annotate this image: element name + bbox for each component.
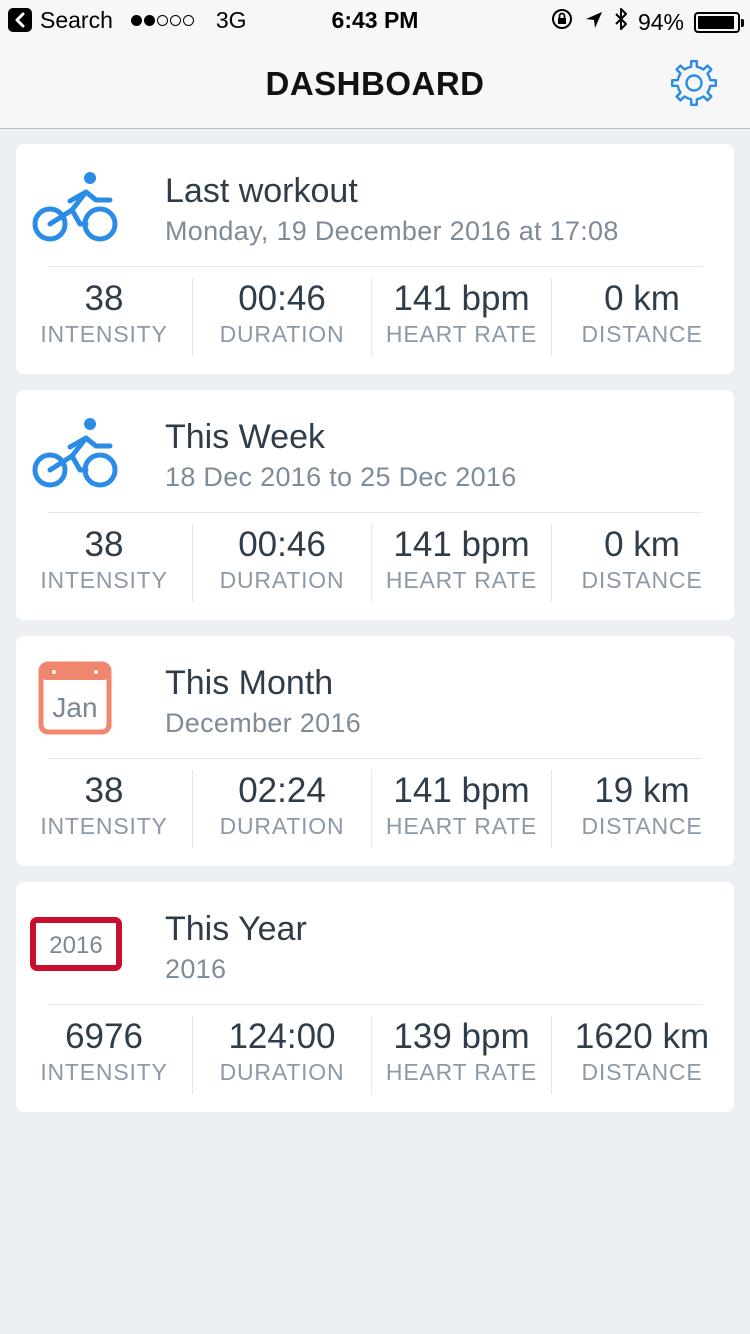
- stat-label: INTENSITY: [40, 321, 168, 347]
- stat-intensity: 38 INTENSITY: [16, 524, 192, 602]
- stat-distance: 19 km DISTANCE: [552, 770, 732, 848]
- stat-label: DISTANCE: [581, 1059, 703, 1085]
- divider: [48, 512, 702, 513]
- stat-label: DISTANCE: [581, 321, 703, 347]
- divider: [371, 1016, 372, 1094]
- divider: [48, 266, 702, 267]
- summary-card-list: Last workout Monday, 19 December 2016 at …: [16, 144, 734, 1128]
- stat-value: 38: [84, 771, 124, 810]
- stat-value: 124:00: [228, 1017, 336, 1056]
- divider: [371, 278, 372, 356]
- card-title: This Year: [165, 910, 307, 948]
- summary-card[interactable]: Last workout Monday, 19 December 2016 at …: [16, 144, 734, 374]
- stat-heart-rate: 141 bpm HEART RATE: [372, 278, 551, 356]
- divider: [192, 524, 193, 602]
- stat-heart-rate: 139 bpm HEART RATE: [372, 1016, 551, 1094]
- card-subtitle: December 2016: [165, 708, 362, 738]
- stat-value: 0 km: [604, 525, 680, 564]
- battery-percent: 94%: [637, 9, 684, 35]
- card-subtitle: 18 Dec 2016 to 25 Dec 2016: [165, 462, 517, 492]
- divider: [48, 758, 702, 759]
- stat-duration: 124:00 DURATION: [193, 1016, 371, 1094]
- stat-label: DISTANCE: [581, 813, 703, 839]
- stat-value: 19 km: [594, 771, 690, 810]
- stat-value: 141 bpm: [393, 771, 530, 810]
- divider: [551, 278, 552, 356]
- summary-card[interactable]: This Week 18 Dec 2016 to 25 Dec 2016 38 INT…: [16, 390, 734, 620]
- stat-heart-rate: 141 bpm HEART RATE: [372, 524, 551, 602]
- stat-value: 139 bpm: [393, 1017, 530, 1056]
- card-subtitle: Monday, 19 December 2016 at 17:08: [165, 216, 619, 246]
- stat-value: 141 bpm: [393, 525, 530, 564]
- page-title: DASHBOARD: [265, 65, 485, 102]
- stat-label: HEART RATE: [385, 1059, 538, 1085]
- calendar-month-icon: Jan: [30, 660, 122, 740]
- stat-value: 6976: [65, 1017, 143, 1056]
- calendar-year-icon: 2016: [30, 906, 122, 986]
- battery-icon: [694, 11, 744, 33]
- summary-card[interactable]: Jan This Month December 2016 38 INTENSITY 02:…: [16, 636, 734, 866]
- location-arrow-icon: [584, 9, 604, 36]
- stat-intensity: 38 INTENSITY: [16, 770, 192, 848]
- card-subtitle: 2016: [165, 954, 227, 984]
- stat-value: 00:46: [238, 525, 326, 564]
- card-title: This Week: [165, 418, 325, 456]
- stats-row: 38 INTENSITY 00:46 DURATION 141 bpm HEART RAT…: [16, 524, 734, 602]
- stat-label: INTENSITY: [40, 1059, 168, 1085]
- stat-label: INTENSITY: [40, 567, 168, 593]
- stat-distance: 1620 km DISTANCE: [552, 1016, 732, 1094]
- stat-duration: 00:46 DURATION: [193, 278, 371, 356]
- stats-row: 38 INTENSITY 00:46 DURATION 141 bpm HEART RAT…: [16, 278, 734, 356]
- stat-label: INTENSITY: [40, 813, 168, 839]
- stat-label: DURATION: [219, 567, 345, 593]
- orientation-lock-icon: [550, 7, 574, 37]
- stat-value: 00:46: [238, 279, 326, 318]
- divider: [192, 278, 193, 356]
- bicycle-icon: [30, 414, 122, 494]
- divider: [371, 524, 372, 602]
- stat-label: HEART RATE: [385, 813, 538, 839]
- calendar-year-label: 2016: [49, 932, 102, 959]
- stat-label: DURATION: [219, 1059, 345, 1085]
- stat-duration: 02:24 DURATION: [193, 770, 371, 848]
- stat-label: HEART RATE: [385, 567, 538, 593]
- divider: [192, 1016, 193, 1094]
- stat-label: DISTANCE: [581, 567, 703, 593]
- bluetooth-icon: [614, 7, 628, 37]
- stat-label: HEART RATE: [385, 321, 538, 347]
- stat-heart-rate: 141 bpm HEART RATE: [372, 770, 551, 848]
- divider: [551, 770, 552, 848]
- card-title: Last workout: [165, 172, 358, 210]
- stat-value: 0 km: [604, 279, 680, 318]
- stat-distance: 0 km DISTANCE: [552, 278, 732, 356]
- stat-distance: 0 km DISTANCE: [552, 524, 732, 602]
- stat-intensity: 38 INTENSITY: [16, 278, 192, 356]
- stats-row: 6976 INTENSITY 124:00 DURATION 139 bpm HEART …: [16, 1016, 734, 1094]
- divider: [192, 770, 193, 848]
- stat-value: 1620 km: [574, 1017, 710, 1056]
- calendar-month-label: Jan: [52, 692, 97, 723]
- status-bar: Search 3G 6:43 PM 94%: [0, 0, 750, 40]
- stat-value: 38: [84, 525, 124, 564]
- divider: [371, 770, 372, 848]
- stat-value: 141 bpm: [393, 279, 530, 318]
- stats-row: 38 INTENSITY 02:24 DURATION 141 bpm HEART RAT…: [16, 770, 734, 848]
- stat-duration: 00:46 DURATION: [193, 524, 371, 602]
- gear-icon[interactable]: [668, 57, 720, 109]
- summary-card[interactable]: 2016 This Year 2016 6976 INTENSITY 124:00 DURA…: [16, 882, 734, 1112]
- stat-label: DURATION: [219, 813, 345, 839]
- divider: [551, 524, 552, 602]
- stat-intensity: 6976 INTENSITY: [16, 1016, 192, 1094]
- bicycle-icon: [30, 168, 122, 248]
- divider: [551, 1016, 552, 1094]
- navigation-bar: DASHBOARD: [0, 40, 750, 129]
- stat-label: DURATION: [219, 321, 345, 347]
- divider: [48, 1004, 702, 1005]
- stat-value: 38: [84, 279, 124, 318]
- card-title: This Month: [165, 664, 334, 702]
- stat-value: 02:24: [238, 771, 326, 810]
